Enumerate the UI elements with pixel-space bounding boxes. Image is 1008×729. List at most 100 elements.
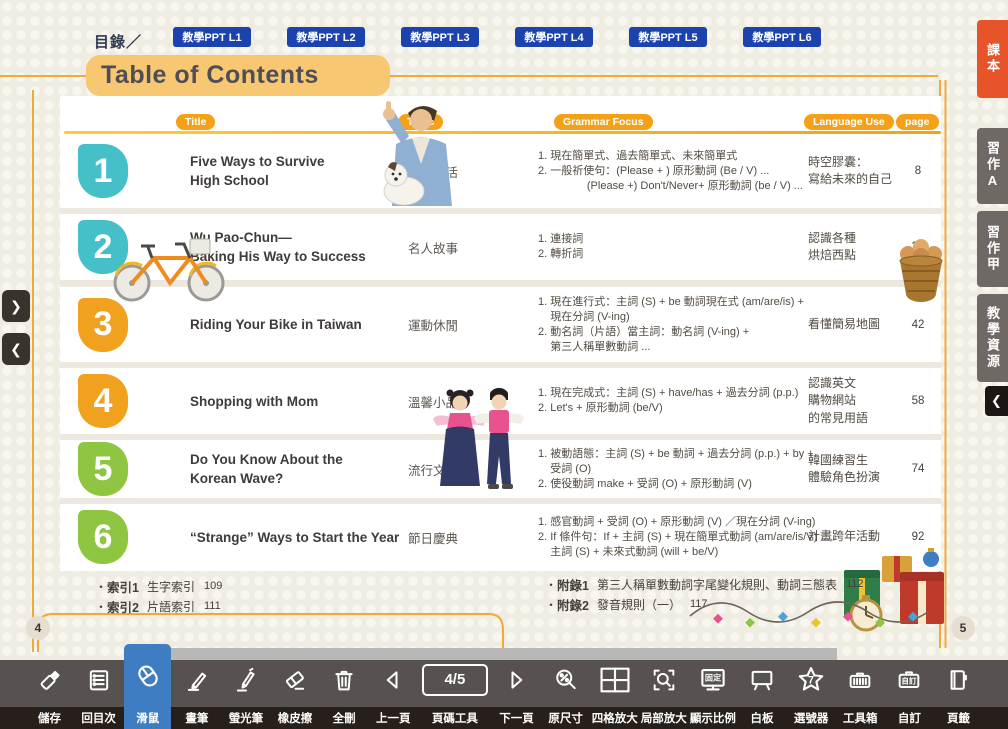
mouse-icon (124, 644, 171, 707)
lesson-page-number: 8 (898, 134, 938, 208)
lesson-grammar: 1. 連接詞 2. 轉折詞 (538, 214, 823, 280)
lesson-language-use: 時空膠囊： 寫給未來的自己 (808, 134, 903, 208)
trash-icon (321, 652, 368, 707)
lesson-topic: 運動休閒 (408, 287, 508, 362)
chevron-left-icon: ❮ (991, 393, 1002, 409)
korean-couple-illustration (430, 386, 532, 492)
toolbar-item-mouse[interactable]: 滑鼠 (124, 644, 171, 729)
lesson-page-number: 74 (898, 440, 938, 498)
youbike-illustration (104, 226, 236, 306)
toolbar-item-back-to-toc[interactable]: 回目次 (75, 652, 122, 729)
ppt-button-l6[interactable]: 教學PPT L6 (743, 27, 821, 47)
toolbar-item-delete-all[interactable]: 全刪 (321, 652, 368, 729)
svg-text:自訂: 自訂 (902, 675, 918, 685)
zoom-area-icon (640, 652, 687, 707)
tab-textbook[interactable]: 課本 (977, 20, 1008, 98)
custom-case-icon: 自訂 (886, 652, 933, 707)
book-icon (935, 652, 982, 707)
toolbar-item-area-zoom[interactable]: 局部放大 (640, 652, 687, 729)
toolbar-item-number-picker[interactable]: 7 選號器 (788, 652, 835, 729)
lesson-language-use: 韓國練習生 體驗角色扮演 (808, 440, 903, 498)
pencil-icon (173, 652, 220, 707)
toolbar-item-custom[interactable]: 自訂 自訂 (886, 652, 933, 729)
lesson-grammar: 1. 被動語態：主詞 (S) + be 動詞 + 過去分詞 (p.p.) + b… (538, 440, 823, 498)
triangle-left-icon (370, 652, 417, 707)
lesson-topic: 名人故事 (408, 214, 508, 280)
usb-icon (26, 652, 73, 707)
page-title: Table of Contents (86, 61, 319, 90)
toolbar-item-eraser[interactable]: 橡皮擦 (272, 652, 319, 729)
lesson-title: “Strange” Ways to Start the Year (190, 504, 400, 570)
breadcrumb: 目錄／ (94, 31, 142, 52)
toolbar-item-quad-zoom[interactable]: 四格放大 (591, 652, 638, 729)
column-header-title: Title (176, 114, 215, 130)
column-header-language: Language Use (804, 114, 894, 130)
ppt-button-l3[interactable]: 教學PPT L3 (401, 27, 479, 47)
column-header-grammar: Grammar Focus (554, 114, 653, 130)
toolbar-item-display-ratio[interactable]: 固定 顯示比例 (689, 652, 736, 729)
toolbox-icon (837, 652, 884, 707)
lesson-title: Do You Know About the Korean Wave? (190, 440, 400, 498)
toc-row: 1 Five Ways to Survive High School 校園生活 … (60, 134, 941, 208)
appendix-line: ・附錄2 發音規則（一）117 (545, 594, 864, 614)
index-line: ・索引1 生字索引109 (95, 576, 222, 596)
index-line: ・索引2 片語索引111 (95, 596, 222, 616)
toolbar-item-toolbox[interactable]: 工具箱 (837, 652, 884, 729)
chevron-left-icon: ❮ (10, 341, 22, 358)
toolbar-item-next-page[interactable]: 下一頁 (493, 652, 540, 729)
toolbar-item-page-tabs[interactable]: 頁籤 (935, 652, 982, 729)
grid4-icon (591, 652, 638, 707)
toc-row: 6 “Strange” Ways to Start the Year 節日慶典 … (60, 504, 941, 570)
book-page-number-left: 4 (26, 616, 50, 640)
ppt-button-l2[interactable]: 教學PPT L2 (287, 27, 365, 47)
chevron-right-icon: ❯ (10, 298, 22, 315)
toolbar-item-save[interactable]: 儲存 (26, 652, 73, 729)
ppt-button-l4[interactable]: 教學PPT L4 (515, 27, 593, 47)
toolbar-item-pen[interactable]: 畫筆 (173, 652, 220, 729)
left-panel-next-button[interactable]: ❯ (2, 290, 30, 322)
column-header-page: page (896, 114, 939, 130)
svg-text:固定: 固定 (705, 672, 722, 682)
tab-teaching-resources[interactable]: 教學資源 (977, 294, 1008, 382)
lesson-grammar: 1. 感官動詞 + 受詞 (O) + 原形動詞 (V) ／現在分詞 (V-ing… (538, 504, 823, 570)
toolbar-item-prev-page[interactable]: 上一頁 (370, 652, 417, 729)
lesson-grammar: 1. 現在進行式：主詞 (S) + be 動詞現在式 (am/are/is) +… (538, 287, 823, 362)
list-icon (75, 652, 122, 707)
toolbar-item-highlighter[interactable]: 螢光筆 (222, 652, 269, 729)
lesson-number: 5 (78, 442, 128, 496)
student-with-dog-photo (366, 99, 480, 206)
lesson-number: 4 (78, 374, 128, 428)
toolbar-item-original-size[interactable]: 原尺寸 (542, 652, 589, 729)
monitor-fixed-icon: 固定 (689, 652, 736, 707)
toolbar-item-whiteboard[interactable]: 白板 (739, 652, 786, 729)
toolbar: 儲存 回目次 滑鼠 畫筆 螢光筆 橡皮擦 (0, 652, 1008, 729)
page-indicator: 4/5 (444, 671, 465, 688)
eraser-icon (272, 652, 319, 707)
page-title-banner: Table of Contents (86, 55, 390, 96)
left-panel-prev-button[interactable]: ❮ (2, 333, 30, 365)
ppt-button-l5[interactable]: 教學PPT L5 (629, 27, 707, 47)
appendix-block: ・附錄1 第三人稱單數動詞字尾變化規則、動詞三態表112 ・附錄2 發音規則（一… (545, 574, 864, 614)
tab-workbook-jia[interactable]: 習作甲 (977, 211, 1008, 287)
appendix-line: ・附錄1 第三人稱單數動詞字尾變化規則、動詞三態表112 (545, 574, 864, 594)
lesson-number: 6 (78, 510, 128, 564)
zoom-percent-icon (542, 652, 589, 707)
svg-text:7: 7 (808, 674, 814, 686)
triangle-right-icon (493, 652, 540, 707)
whiteboard-icon (739, 652, 786, 707)
star-seven-icon: 7 (788, 652, 835, 707)
lesson-topic: 節日慶典 (408, 504, 508, 570)
bread-basket-illustration (894, 236, 948, 306)
lesson-language-use: 看懂簡易地圖 (808, 287, 903, 362)
tab-workbook-a[interactable]: 習作A (977, 128, 1008, 204)
index-block: ・索引1 生字索引109 ・索引2 片語索引111 (95, 576, 222, 616)
lesson-page-number: 58 (898, 368, 938, 434)
marker-icon (222, 652, 269, 707)
ppt-button-l1[interactable]: 教學PPT L1 (173, 27, 251, 47)
page-indicator-box: 4/5 (419, 652, 491, 707)
toolbar-item-page-tool[interactable]: 4/5 頁碼工具 (419, 652, 491, 729)
ebook-reader: 目錄／ Table of Contents 教學PPT L1 教學PPT L2 … (0, 0, 1008, 729)
book-page-number-right: 5 (951, 616, 975, 640)
lesson-grammar: 1. 現在完成式：主詞 (S) + have/has + 過去分詞 (p.p.)… (538, 368, 823, 434)
collapse-panel-button[interactable]: ❮ (985, 386, 1008, 416)
